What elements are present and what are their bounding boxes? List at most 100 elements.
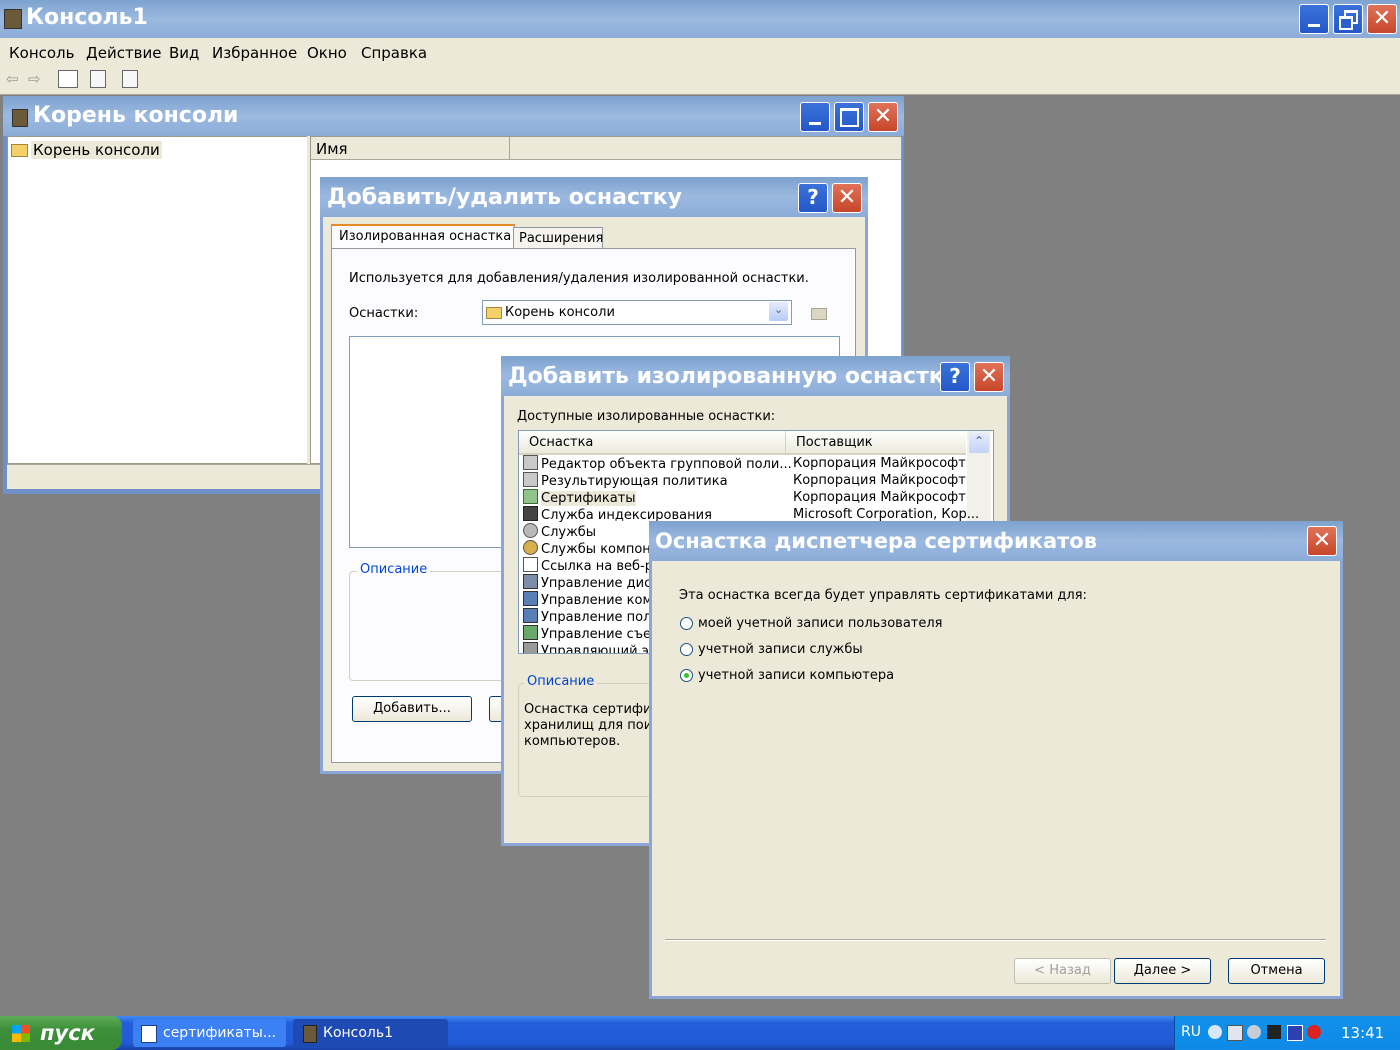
list-item[interactable]: Управляющий эл <box>523 642 657 653</box>
start-button[interactable]: пуск <box>0 1016 122 1050</box>
tray-antivirus-icon[interactable] <box>1307 1025 1321 1039</box>
restore-button[interactable] <box>1333 4 1363 34</box>
close-button[interactable]: ✕ <box>1367 4 1397 34</box>
column-header-snapin[interactable]: Оснастка <box>519 431 786 455</box>
add-standalone-help-button[interactable]: ? <box>940 362 970 392</box>
export-list-icon[interactable] <box>90 70 106 88</box>
tray-network-icon[interactable] <box>1247 1025 1261 1039</box>
windows-logo-icon <box>12 1025 30 1042</box>
add-standalone-title-bar[interactable]: Добавить изолированную оснастку ? ✕ <box>501 356 1010 396</box>
menu-help[interactable]: Справка <box>361 44 427 62</box>
menu-action[interactable]: Действие <box>86 44 162 62</box>
cancel-button[interactable]: Отмена <box>1228 958 1325 984</box>
help-topics-icon[interactable] <box>122 70 138 88</box>
col-vendor-label: Поставщик <box>796 435 873 450</box>
policy-icon <box>523 472 538 487</box>
add-remove-help-button[interactable]: ? <box>798 183 828 213</box>
description-group-label: Описание <box>357 562 431 577</box>
folder-icon <box>486 307 502 319</box>
certificates-snapin-dialog: Оснастка диспетчера сертификатов ✕ Эта о… <box>649 521 1343 999</box>
mmc-child-icon <box>12 109 28 127</box>
mmc-task-icon <box>303 1025 317 1043</box>
list-item-name: Управление ком <box>541 593 653 608</box>
list-item-vendor: Корпорация Майкрософт <box>793 456 966 471</box>
task-console[interactable]: Консоль1 <box>293 1019 448 1047</box>
show-tree-icon[interactable] <box>58 70 78 88</box>
radio-computer-account[interactable] <box>680 669 693 682</box>
system-tray: RU 13:41 <box>1174 1016 1400 1050</box>
tray-security-icon[interactable] <box>1267 1025 1281 1039</box>
child-close-button[interactable]: ✕ <box>868 102 898 132</box>
add-remove-close-button[interactable]: ✕ <box>832 183 862 213</box>
standalone-description: Используется для добавления/удаления изо… <box>349 271 809 286</box>
snapins-combobox[interactable]: Корень консоли ⌄ <box>482 300 792 325</box>
column-header-filler <box>510 137 901 160</box>
combobox-dropdown-button[interactable]: ⌄ <box>769 302 788 321</box>
tray-monitor-icon[interactable] <box>1287 1025 1303 1041</box>
cert-title: Оснастка диспетчера сертификатов <box>655 529 1098 553</box>
list-item[interactable]: Результирующая политика Корпорация Майкр… <box>523 472 966 489</box>
column-header-name[interactable]: Имя <box>311 137 510 160</box>
add-standalone-close-button[interactable]: ✕ <box>974 362 1004 392</box>
back-button[interactable]: < Назад <box>1014 958 1111 984</box>
list-item[interactable]: Службы <box>523 523 596 540</box>
add-remove-title-bar[interactable]: Добавить/удалить оснастку ? ✕ <box>320 177 868 217</box>
tray-app-icon[interactable] <box>1227 1025 1243 1041</box>
list-item-name: Службы компоне <box>541 542 659 557</box>
tab-standalone-label: Изолированная оснастка <box>339 229 512 244</box>
list-item-vendor: Корпорация Майкрософт <box>793 473 966 488</box>
available-label: Доступные изолированные оснастки: <box>517 409 776 424</box>
task-word-document[interactable]: сертификаты... <box>133 1019 286 1047</box>
list-item-selected[interactable]: Сертификаты Корпорация Майкрософт <box>523 489 966 506</box>
menu-favorites[interactable]: Избранное <box>212 44 297 62</box>
storage-icon <box>523 625 538 640</box>
standalone-description-label: Описание <box>524 674 598 689</box>
list-item[interactable]: Ссылка на веб-р <box>523 557 653 574</box>
tree-root-item[interactable]: Корень консоли <box>31 141 162 159</box>
components-icon <box>523 540 538 555</box>
list-item[interactable]: Управление съе <box>523 625 651 642</box>
child-minimize-button[interactable] <box>800 102 830 132</box>
list-item[interactable]: Управление дис <box>523 574 651 591</box>
list-item-name: Результирующая политика <box>541 474 728 489</box>
add-button[interactable]: Добавить... <box>352 696 472 722</box>
main-title-bar[interactable]: Консоль1 ✕ <box>0 0 1400 38</box>
menu-window[interactable]: Окно <box>307 44 347 62</box>
clock[interactable]: 13:41 <box>1341 1024 1384 1042</box>
list-item[interactable]: Управление ком <box>523 591 652 608</box>
cert-prompt: Эта оснастка всегда будет управлять серт… <box>679 588 1087 603</box>
word-doc-icon <box>141 1025 157 1043</box>
radio-computer-account-label[interactable]: учетной записи компьютера <box>698 668 894 683</box>
menu-view[interactable]: Вид <box>169 44 199 62</box>
list-item[interactable]: Управление пол <box>523 608 651 625</box>
child-maximize-button[interactable] <box>834 102 864 132</box>
radio-selected-dot <box>684 673 689 678</box>
next-button[interactable]: Далее > <box>1114 958 1211 984</box>
minimize-button[interactable] <box>1299 4 1329 34</box>
back-arrow-icon[interactable]: ⇦ <box>6 70 19 88</box>
browse-folder-icon[interactable] <box>811 308 827 320</box>
cert-close-button[interactable]: ✕ <box>1307 526 1337 556</box>
radio-user-account-label[interactable]: моей учетной записи пользователя <box>698 616 943 631</box>
language-indicator[interactable]: RU <box>1181 1024 1201 1040</box>
computer-icon <box>523 591 538 606</box>
tray-expand-icon[interactable] <box>1208 1025 1222 1039</box>
scroll-up-button[interactable]: ⌃ <box>969 433 989 453</box>
cert-title-bar[interactable]: Оснастка диспетчера сертификатов ✕ <box>649 521 1343 561</box>
tab-standalone[interactable]: Изолированная оснастка <box>331 224 515 250</box>
forward-arrow-icon[interactable]: ⇨ <box>28 70 41 88</box>
menu-console[interactable]: Консоль <box>9 44 75 62</box>
list-item-name: Ссылка на веб-р <box>541 559 653 574</box>
tree-pane: Корень консоли <box>7 136 309 464</box>
child-title-bar[interactable]: Корень консоли ✕ <box>3 96 904 136</box>
column-header-vendor[interactable]: Поставщик <box>786 431 966 455</box>
task-word-label: сертификаты... <box>163 1025 277 1041</box>
radio-service-account-label[interactable]: учетной записи службы <box>698 642 863 657</box>
list-item[interactable]: Службы компоне <box>523 540 659 557</box>
control-icon <box>523 642 538 653</box>
radio-service-account[interactable] <box>680 643 693 656</box>
list-item[interactable]: Редактор объекта групповой поли... Корпо… <box>523 455 966 472</box>
radio-user-account[interactable] <box>680 617 693 630</box>
cert-separator <box>665 939 1326 941</box>
tab-extensions[interactable]: Расширения <box>513 227 603 249</box>
